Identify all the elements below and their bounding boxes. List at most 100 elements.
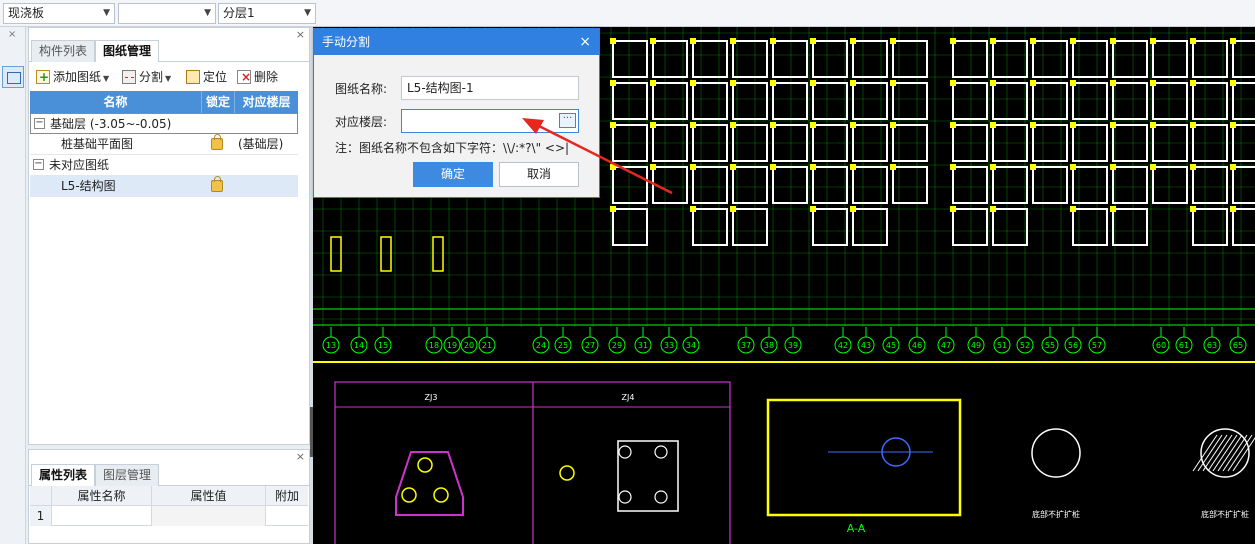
wall-room [1112, 82, 1148, 120]
column-header-floor: 对应楼层 [242, 95, 291, 109]
wall-room [1072, 40, 1108, 78]
tab-property-list[interactable]: 属性列表 [31, 464, 96, 486]
column-mark [610, 38, 616, 44]
column-mark [1230, 122, 1236, 128]
drawing-table: 名称 锁定 对应楼层 − 基础层 (-3.05~-0.05) 桩基础平面图 (基… [30, 91, 298, 197]
wall-room [812, 166, 848, 204]
wall-room [1112, 208, 1148, 246]
drawing-tool-icon[interactable] [2, 66, 24, 88]
axis-label: 15 [378, 341, 388, 350]
add-drawing-button[interactable]: 添加图纸▼ [36, 68, 109, 86]
column-mark [1150, 80, 1156, 86]
floor-input[interactable]: ··· [401, 109, 579, 133]
hatch-line [1212, 434, 1238, 472]
locate-button[interactable]: 定位 [186, 68, 227, 86]
lock-icon[interactable] [211, 176, 223, 192]
tab-drawing-management[interactable]: 图纸管理 [95, 40, 160, 62]
wall-room [1192, 40, 1228, 78]
browse-floor-button[interactable]: ··· [559, 113, 576, 128]
delete-label: 删除 [254, 70, 279, 84]
column-mark [950, 164, 956, 170]
column-mark [610, 206, 616, 212]
wall-room [1072, 166, 1108, 204]
wall-room [1112, 166, 1148, 204]
wall-room [992, 208, 1028, 246]
ok-button[interactable]: 确定 [413, 162, 493, 187]
split-button[interactable]: 分割 ▼ [122, 68, 171, 86]
drawing-name-input[interactable]: L5-结构图-1 [401, 76, 579, 100]
column-mark [1070, 206, 1076, 212]
table-row[interactable]: − 基础层 (-3.05~-0.05) [30, 113, 298, 134]
wall-room [952, 40, 988, 78]
column-mark [890, 38, 896, 44]
component-subtype-combo[interactable]: ▼ [118, 3, 216, 24]
column-mark [810, 38, 816, 44]
wall-room [1232, 82, 1255, 120]
column-mark [770, 38, 776, 44]
split-label: 分割 [139, 70, 164, 84]
cancel-button[interactable]: 取消 [499, 162, 579, 187]
axis-label: 42 [838, 341, 848, 350]
chevron-down-icon: ▼ [204, 8, 211, 18]
wall-room [612, 40, 648, 78]
column-detail [330, 236, 342, 272]
column-mark [950, 38, 956, 44]
dialog-note: 注：图纸名称不包含如下字符：\\/:*?\" <>| [335, 141, 570, 155]
column-mark [770, 80, 776, 86]
chevron-down-icon: ▼ [103, 74, 110, 83]
axis-label: 43 [861, 341, 871, 350]
column-mark [950, 206, 956, 212]
column-mark [850, 38, 856, 44]
column-mark [1110, 80, 1116, 86]
wall-room [1192, 208, 1228, 246]
close-icon[interactable]: × [296, 450, 305, 463]
pile-circle [618, 490, 632, 504]
component-type-combo[interactable]: 现浇板 ▼ [3, 3, 115, 24]
tab-component-list[interactable]: 构件列表 [31, 40, 96, 62]
column-mark [1150, 122, 1156, 128]
property-panel: × 属性列表 图层管理 属性名称 属性值 附加 1 [28, 449, 310, 544]
column-mark [1070, 38, 1076, 44]
axis-label: 51 [997, 341, 1007, 350]
axis-label: 14 [354, 341, 364, 350]
wall-room [992, 166, 1028, 204]
property-extra-cell[interactable] [266, 506, 308, 526]
table-row[interactable]: L5-结构图 [30, 176, 298, 197]
column-mark [1190, 80, 1196, 86]
column-mark [690, 80, 696, 86]
property-value-cell[interactable] [152, 506, 266, 526]
column-mark [1190, 38, 1196, 44]
column-mark [1030, 38, 1036, 44]
column-mark [1190, 164, 1196, 170]
collapse-icon[interactable]: − [34, 118, 45, 129]
wall-room [952, 166, 988, 204]
wall-room [732, 166, 768, 204]
wall-room [812, 40, 848, 78]
close-icon[interactable]: × [579, 29, 591, 55]
wall-room [612, 166, 648, 204]
wall-room [892, 82, 928, 120]
wall-room [652, 166, 688, 204]
axis-label: 46 [912, 341, 922, 350]
wall-room [772, 82, 808, 120]
column-header-lock: 锁定 [202, 91, 235, 113]
column-mark [1230, 164, 1236, 170]
column-mark [810, 80, 816, 86]
chevron-down-icon: ▼ [103, 8, 110, 18]
tab-layer-management[interactable]: 图层管理 [95, 464, 160, 486]
column-mark [690, 38, 696, 44]
layer-combo[interactable]: 分层1 ▼ [218, 3, 316, 24]
table-row[interactable]: − 未对应图纸 [30, 155, 298, 176]
property-name-cell[interactable] [52, 506, 152, 526]
lock-icon[interactable] [211, 134, 223, 150]
detail-title: ZJ4 [622, 393, 635, 402]
axis-label: 33 [664, 341, 674, 350]
column-header-property-value: 属性值 [152, 486, 266, 506]
pin-icon[interactable]: × [8, 29, 16, 40]
column-mark [990, 80, 996, 86]
delete-button[interactable]: 删除 [237, 68, 278, 86]
wall-room [1032, 40, 1068, 78]
table-row[interactable]: 桩基础平面图 (基础层) [30, 134, 298, 155]
collapse-icon[interactable]: − [33, 159, 44, 170]
property-row[interactable]: 1 [30, 506, 308, 526]
